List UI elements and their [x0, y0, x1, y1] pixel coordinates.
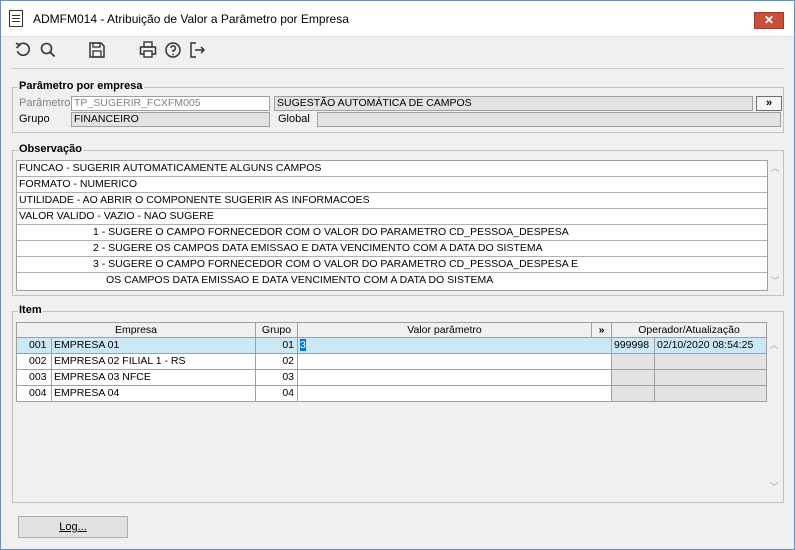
item-scrollbar[interactable]: ︿ ﹀ [767, 338, 781, 496]
row-atualizacao: 02/10/2020 08:54:25 [655, 338, 767, 354]
grupo-label: Grupo [19, 113, 50, 125]
row-atualizacao [655, 354, 767, 370]
valor-more-button[interactable]: » [592, 322, 612, 338]
row-valor-input[interactable] [298, 386, 612, 402]
parametro-description: SUGESTÃO AUTOMÁTICA DE CAMPOS [274, 96, 753, 111]
table-row[interactable]: 001 EMPRESA 01 01 3 999998 02/10/2020 08… [16, 338, 767, 354]
scroll-up-icon[interactable]: ︿ [769, 340, 779, 350]
toolbar [1, 38, 794, 69]
observacao-text[interactable]: FUNCAO - SUGERIR AUTOMATICAMENTE ALGUNS … [16, 160, 768, 291]
grid-header-row: Empresa Grupo Valor parâmetro » Operador… [16, 322, 767, 338]
log-button-label: Log... [59, 521, 87, 533]
parametro-field[interactable]: TP_SUGERIR_FCXFM005 [71, 96, 270, 111]
row-code: 004 [16, 386, 52, 402]
print-icon[interactable] [138, 40, 158, 60]
row-empresa: EMPRESA 02 FILIAL 1 - RS [52, 354, 256, 370]
header-operador[interactable]: Operador/Atualização [612, 322, 767, 338]
scroll-up-icon[interactable]: ︿ [770, 163, 780, 173]
row-code: 001 [16, 338, 52, 354]
row-code: 002 [16, 354, 52, 370]
toolbar-divider [11, 68, 784, 69]
window-title: ADMFM014 - Atribuição de Valor a Parâmet… [33, 12, 349, 26]
row-empresa: EMPRESA 03 NFCE [52, 370, 256, 386]
global-label: Global [278, 113, 310, 125]
observacao-line: OS CAMPOS DATA EMISSAO E DATA VENCIMENTO… [106, 274, 494, 286]
row-atualizacao [655, 370, 767, 386]
row-code: 003 [16, 370, 52, 386]
title-bar: ADMFM014 - Atribuição de Valor a Parâmet… [1, 1, 794, 37]
header-empresa[interactable]: Empresa [16, 322, 256, 338]
table-row[interactable]: 002 EMPRESA 02 FILIAL 1 - RS 02 [16, 354, 767, 370]
table-row[interactable]: 003 EMPRESA 03 NFCE 03 [16, 370, 767, 386]
row-atualizacao [655, 386, 767, 402]
row-operador: 999998 [612, 338, 655, 354]
header-grupo[interactable]: Grupo [256, 322, 298, 338]
observacao-line: 2 - SUGERE OS CAMPOS DATA EMISSAO E DATA… [17, 241, 767, 257]
exit-icon[interactable] [187, 40, 207, 60]
row-valor-input[interactable]: 3 [298, 338, 612, 354]
row-valor-input[interactable] [298, 370, 612, 386]
row-grupo: 04 [256, 386, 298, 402]
parametro-group-title: Parâmetro por empresa [18, 80, 144, 92]
table-row[interactable]: 004 EMPRESA 04 04 [16, 386, 767, 402]
close-button[interactable]: ✕ [754, 12, 784, 29]
row-grupo: 01 [256, 338, 298, 354]
row-operador [612, 386, 655, 402]
document-icon [9, 10, 23, 27]
row-operador [612, 354, 655, 370]
observacao-line: 1 - SUGERE O CAMPO FORNECEDOR COM O VALO… [17, 225, 767, 241]
scroll-down-icon[interactable]: ﹀ [770, 276, 780, 286]
observacao-group-title: Observação [18, 143, 83, 155]
item-group: Item Empresa Grupo Valor parâmetro » Ope… [12, 304, 784, 503]
grupo-field: FINANCEIRO [71, 112, 270, 127]
header-valor[interactable]: Valor parâmetro [298, 322, 592, 338]
help-icon[interactable] [163, 40, 183, 60]
observacao-group: Observação FUNCAO - SUGERIR AUTOMATICAME… [12, 143, 784, 296]
row-valor-input[interactable] [298, 354, 612, 370]
global-field [317, 112, 781, 127]
parametro-group: Parâmetro por empresa Parâmetro TP_SUGER… [12, 80, 784, 133]
row-valor-text: 3 [300, 339, 306, 351]
save-icon[interactable] [87, 40, 107, 60]
observacao-line: 3 - SUGERE O CAMPO FORNECEDOR COM O VALO… [17, 257, 767, 273]
undo-icon[interactable] [13, 40, 33, 60]
search-icon[interactable] [38, 40, 58, 60]
row-grupo: 03 [256, 370, 298, 386]
row-grupo: 02 [256, 354, 298, 370]
row-empresa: EMPRESA 04 [52, 386, 256, 402]
item-group-title: Item [18, 304, 43, 316]
observacao-scrollbar[interactable]: ︿ ﹀ [768, 160, 782, 291]
observacao-line: UTILIDADE - AO ABRIR O COMPONENTE SUGERI… [17, 193, 767, 209]
main-window: ADMFM014 - Atribuição de Valor a Parâmet… [0, 0, 795, 550]
observacao-line: FORMATO - NUMERICO [17, 177, 767, 193]
row-operador [612, 370, 655, 386]
log-button[interactable]: Log... [18, 516, 128, 538]
parametro-more-button[interactable]: » [756, 96, 782, 111]
observacao-line: FUNCAO - SUGERIR AUTOMATICAMENTE ALGUNS … [17, 161, 767, 177]
observacao-line: VALOR VALIDO - VAZIO - NAO SUGERE [17, 209, 767, 225]
row-empresa: EMPRESA 01 [52, 338, 256, 354]
scroll-down-icon[interactable]: ﹀ [769, 482, 779, 492]
parametro-label: Parâmetro [19, 97, 71, 109]
